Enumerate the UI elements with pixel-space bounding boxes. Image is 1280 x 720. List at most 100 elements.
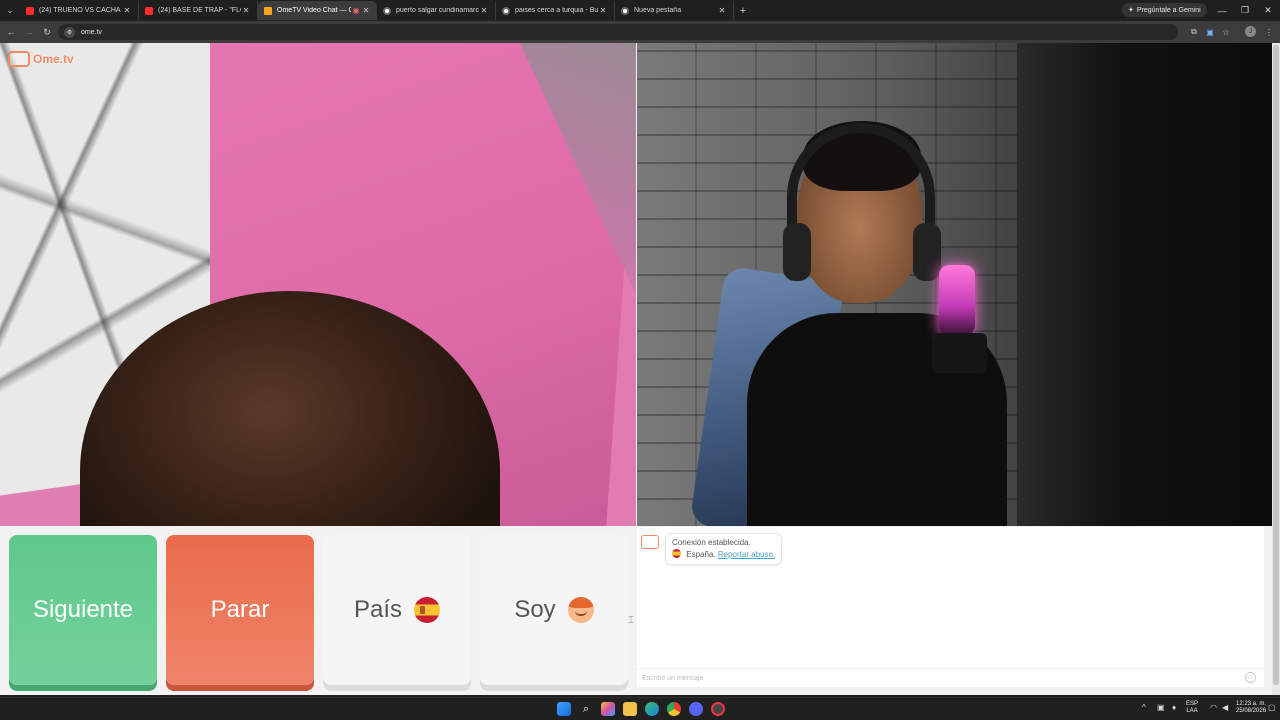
country-label: País [353,596,403,623]
stranger-video: Ome.tv [0,43,636,526]
back-arrow-icon[interactable]: ← [3,24,19,40]
clock-date: 25/08/2026 [1236,708,1267,714]
new-tab-button[interactable]: + [734,0,752,21]
gemini-icon: ✦ [1128,7,1134,14]
ometv-logo: Ome.tv [8,51,74,67]
copilot-icon[interactable] [601,702,615,716]
edge-icon[interactable] [645,702,659,716]
system-clock[interactable]: 12:23 a. m. 25/08/2026 [1236,701,1266,715]
ometv-logo-icon [8,51,30,67]
headphone-earcup [913,223,941,281]
mic-arm [932,333,987,373]
search-icon[interactable]: ⌕ [579,702,593,716]
message-input[interactable]: Escribe un mensaje [637,668,1264,687]
minimize-button[interactable]: — [1211,0,1233,21]
translate-icon[interactable]: ⧉ [1188,26,1200,38]
spain-flag-icon [672,549,681,558]
close-tab-icon[interactable]: ✕ [479,6,489,15]
google-icon [502,6,510,15]
ometv-avatar-icon [641,535,659,549]
tab-title: OmeTV Video Chat — Ome [277,7,351,14]
address-bar[interactable]: ⚙ ome.tv [58,24,1178,40]
youtube-icon [145,6,153,15]
tab-title: Nueva pestaña [634,7,682,14]
forward-arrow-icon[interactable]: → [21,24,37,40]
site-info-icon[interactable]: ⚙ [64,26,75,38]
close-tab-icon[interactable]: ✕ [361,6,371,15]
language-indicator[interactable]: ESP LAA [1186,701,1198,715]
start-icon[interactable] [557,702,571,716]
tab-2[interactable]: (24) BASE DE TRAP - "FLOW CU ✕ [139,1,258,20]
tray-chevron-icon[interactable]: ^ [1142,703,1146,712]
ometv-page: Ome.tv Siguiente Parar País Soy ⌶ Conexi… [0,43,1280,695]
google-icon [621,6,629,15]
recording-icon: ◉ [352,6,360,15]
gemini-button[interactable]: ✦ Pregúntale a Gemini [1122,3,1207,17]
bookmark-star-icon[interactable]: ☆ [1220,26,1232,38]
boy-emoji-icon [567,597,594,623]
report-abuse-link[interactable]: Reportar abuso. [718,550,775,559]
stranger-country: España. [686,550,716,559]
chat-panel: Conexión establecida. España. Reportar a… [637,527,1264,687]
connection-status: Conexión establecida. [672,538,751,547]
next-label: Siguiente [32,596,134,623]
stop-button[interactable]: Parar [166,535,314,685]
tab-3-active[interactable]: OmeTV Video Chat — Ome ◉ ✕ [258,1,377,20]
wifi-icon[interactable]: ◠ [1210,703,1217,712]
youtube-icon [26,6,34,15]
profile-avatar[interactable]: J [1245,26,1256,37]
logo-text: Ome.tv [33,52,74,66]
menu-kebab-icon[interactable]: ⋮ [1263,26,1275,38]
reload-icon[interactable]: ↻ [39,24,55,40]
tab-search-icon[interactable]: ⌄ [0,0,20,21]
notifications-icon[interactable]: ▢ [1268,703,1276,712]
url-text: ome.tv [81,28,103,36]
volume-icon[interactable]: ◀ [1222,703,1228,712]
emoji-icon[interactable]: ☺ [1245,672,1256,683]
message-bubble: Conexión establecida. España. Reportar a… [665,533,783,565]
close-tab-icon[interactable]: ✕ [717,6,727,15]
file-explorer-icon[interactable] [623,702,637,716]
stop-label: Parar [210,596,270,623]
gemini-label: Pregúntale a Gemini [1136,6,1201,14]
mouse-cursor-icon: ⌶ [628,615,634,626]
tab-1[interactable]: (24) TRUENO VS CACHA | FMS ✕ [20,1,139,20]
tab-5[interactable]: paises cerca a turquia - Buscar ✕ [496,1,615,20]
close-tab-icon[interactable]: ✕ [122,6,132,15]
discord-icon[interactable] [689,702,703,716]
tab-title: (24) BASE DE TRAP - "FLOW CU [158,7,241,14]
clock-time: 12:23 a. m. [1236,701,1267,707]
scrollbar-thumb[interactable] [1273,45,1279,685]
headphone-earcup [783,223,811,281]
lang-code: ESP [1186,701,1199,707]
close-window-button[interactable]: ✕ [1257,0,1279,21]
country-button[interactable]: País [323,535,471,685]
close-tab-icon[interactable]: ✕ [598,6,608,15]
tray-app-icon[interactable]: ▣ [1157,703,1165,712]
self-video [637,43,1273,526]
cast-icon[interactable]: ▣ [1204,26,1216,38]
gender-button[interactable]: Soy [480,535,628,685]
spain-flag-icon [414,597,441,623]
lang-layout: LAA [1186,708,1198,714]
next-button[interactable]: Siguiente [9,535,157,685]
ometv-icon [264,6,272,15]
system-message: Conexión establecida. España. Reportar a… [641,533,783,565]
address-toolbar: ← → ↻ ⚙ ome.tv ⧉ ▣ ☆ J ⋮ [0,21,1280,43]
tab-title: puerto salgar cundinamarca - B [396,7,479,14]
restore-button[interactable]: ❐ [1234,0,1256,21]
rgb-microphone [939,265,975,335]
gender-label: Soy [514,596,556,623]
tab-4[interactable]: puerto salgar cundinamarca - B ✕ [377,1,496,20]
obs-icon[interactable] [711,702,725,716]
mic-tray-icon[interactable]: ♦ [1172,703,1176,712]
page-scrollbar[interactable] [1272,43,1280,695]
windows-taskbar: ⌕ ^ ▣ ♦ ESP LAA ◠ ◀ 12:23 a. m. 25/08/20… [0,697,1280,720]
video-background [1017,43,1273,526]
tab-6[interactable]: Nueva pestaña ✕ [615,1,734,20]
tab-title: (24) TRUENO VS CACHA | FMS [39,7,122,14]
google-icon [383,6,391,15]
tab-title: paises cerca a turquia - Buscar [515,7,598,14]
chrome-icon[interactable] [667,702,681,716]
close-tab-icon[interactable]: ✕ [241,6,251,15]
